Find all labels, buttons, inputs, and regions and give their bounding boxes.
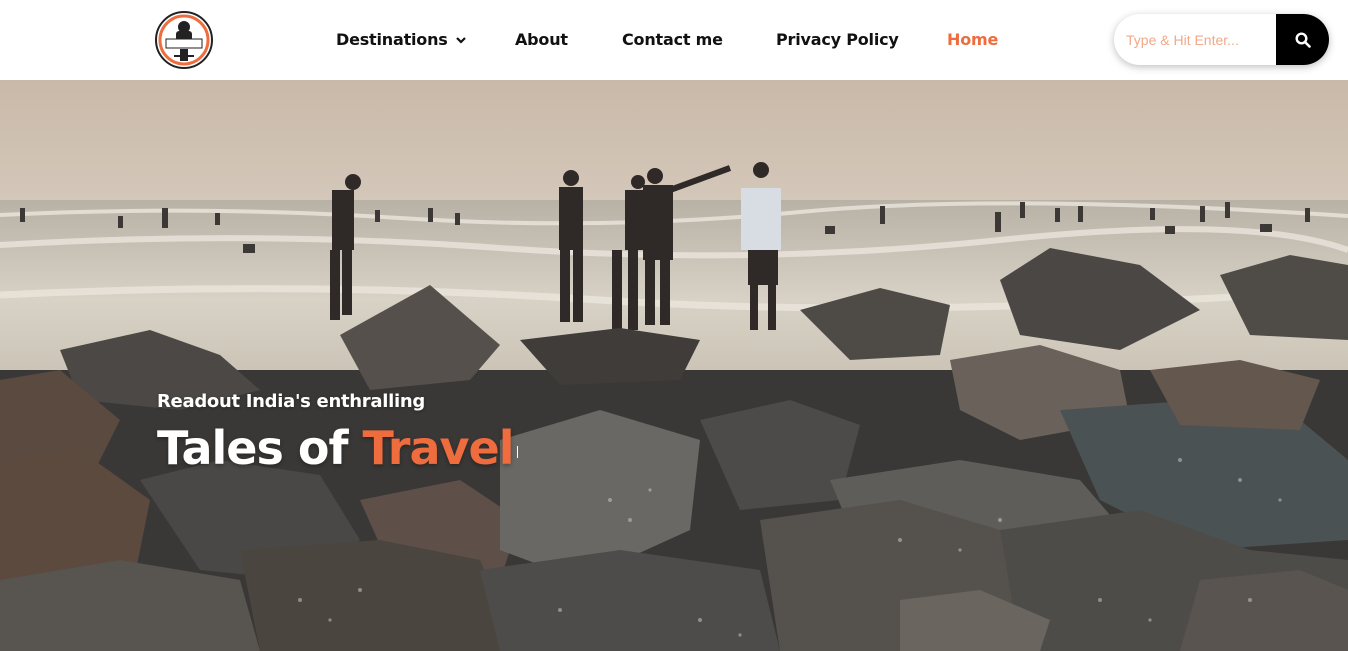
- hero-title-accent: Travel: [362, 421, 514, 475]
- site-header: Destinations About Contact me Privacy Po…: [0, 0, 1348, 80]
- chevron-down-icon: [455, 27, 466, 51]
- nav-item-about[interactable]: About: [515, 28, 568, 52]
- nav-item-home[interactable]: Home: [947, 28, 998, 52]
- search-icon: [1294, 31, 1311, 48]
- hero-title-main: Tales of: [157, 421, 363, 475]
- search-input[interactable]: [1114, 14, 1276, 65]
- logo-badge-icon: [155, 11, 213, 69]
- nav-item-label: About: [515, 30, 568, 49]
- hero-banner: Readout India's enthralling Tales of Tra…: [0, 80, 1348, 651]
- nav-item-label: Contact me: [622, 30, 723, 49]
- nav-item-label: Home: [947, 30, 999, 49]
- hero-subtitle: Readout India's enthralling: [157, 391, 425, 412]
- nav-item-label: Destinations: [336, 30, 448, 49]
- nav-item-destinations[interactable]: Destinations: [336, 28, 466, 52]
- nav-item-label: Privacy Policy: [776, 30, 899, 49]
- search-button[interactable]: [1276, 14, 1329, 65]
- beach-rocks-image: [0, 80, 1348, 651]
- text-cursor: [516, 445, 518, 458]
- nav-item-privacy-policy[interactable]: Privacy Policy: [776, 28, 899, 52]
- search-box: [1114, 14, 1329, 65]
- site-logo[interactable]: [154, 11, 214, 69]
- nav-item-contact[interactable]: Contact me: [622, 28, 723, 52]
- hero-title: Tales of Travel: [157, 421, 518, 475]
